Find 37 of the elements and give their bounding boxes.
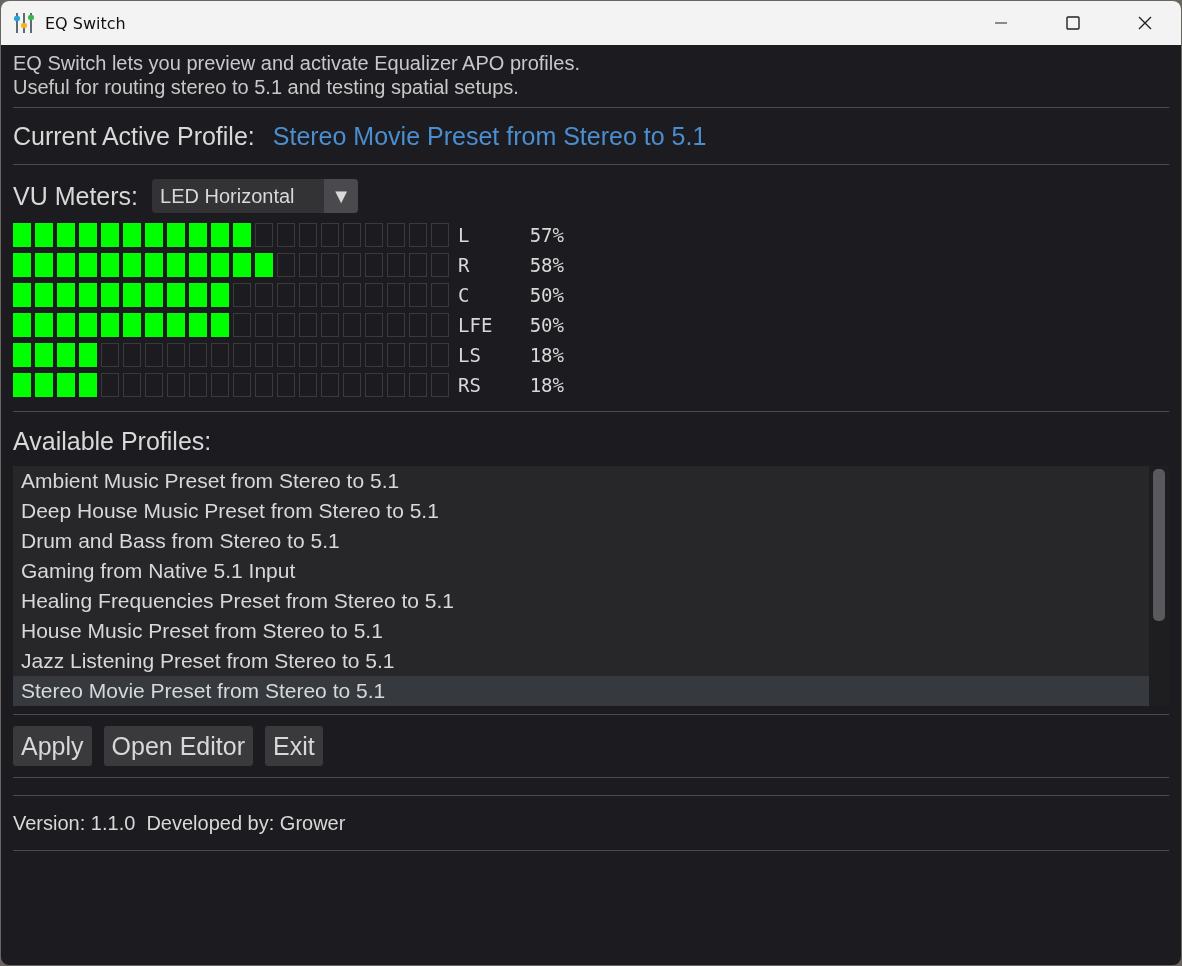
- scrollbar-thumb[interactable]: [1153, 469, 1165, 621]
- available-profiles-label: Available Profiles:: [13, 425, 213, 457]
- level-reading: 57%: [528, 224, 564, 246]
- action-button[interactable]: Apply: [13, 726, 92, 766]
- description-text: EQ Switch lets you preview and activate Equalizer APO profiles.: [13, 51, 581, 75]
- channel-label: C: [458, 284, 471, 306]
- profile-label: Current Active Profile:: [13, 121, 255, 151]
- level-reading: 18%: [528, 374, 564, 396]
- description-text: Useful for routing stereo to 5.1 and testing spatial setups.: [13, 75, 520, 99]
- level-reading: 58%: [528, 254, 564, 276]
- channel-label: LFE: [458, 314, 494, 336]
- profile-list-item[interactable]: Jazz Listening Preset from Stereo to 5.1: [13, 646, 1149, 676]
- meter-style-dropdown[interactable]: LED Horizontal ▼: [152, 179, 359, 213]
- profile-list-item[interactable]: Gaming from Native 5.1 Input: [13, 556, 1149, 586]
- profile-list-item[interactable]: Stereo Movie Preset from Stereo to 5.1: [13, 676, 1149, 706]
- minimize-icon: [993, 22, 1009, 24]
- level-reading: 50%: [528, 284, 564, 306]
- channel-label: RS: [458, 374, 482, 396]
- vu-meters-label: VU Meters:: [13, 181, 139, 211]
- action-button[interactable]: Open Editor: [103, 726, 253, 766]
- channel-label: L: [458, 224, 471, 246]
- channel-label: R: [458, 254, 471, 276]
- maximize-icon: [1065, 15, 1081, 31]
- window-title: EQ Switch: [45, 13, 126, 33]
- profile-list-item[interactable]: Healing Frequencies Preset from Stereo to 5.1: [13, 586, 1149, 616]
- active-profile-name: Stereo Movie Preset from Stereo to 5.1: [272, 121, 707, 151]
- profile-list-item[interactable]: House Music Preset from Stereo to 5.1: [13, 616, 1149, 646]
- profile-list-item[interactable]: Ambient Music Preset from Stereo to 5.1: [13, 466, 1149, 496]
- close-icon: [1137, 15, 1153, 31]
- level-reading: 18%: [528, 344, 564, 366]
- action-button[interactable]: Exit: [264, 726, 323, 766]
- status-text: Version: 1.1.0 Developed by: Grower: [13, 810, 347, 836]
- channel-label: LS: [458, 344, 482, 366]
- equalizer-icon: [13, 12, 35, 34]
- profile-list-item[interactable]: Deep House Music Preset from Stereo to 5.1: [13, 496, 1149, 526]
- level-reading: 50%: [528, 314, 564, 336]
- profile-list-item[interactable]: Drum and Bass from Stereo to 5.1: [13, 526, 1149, 556]
